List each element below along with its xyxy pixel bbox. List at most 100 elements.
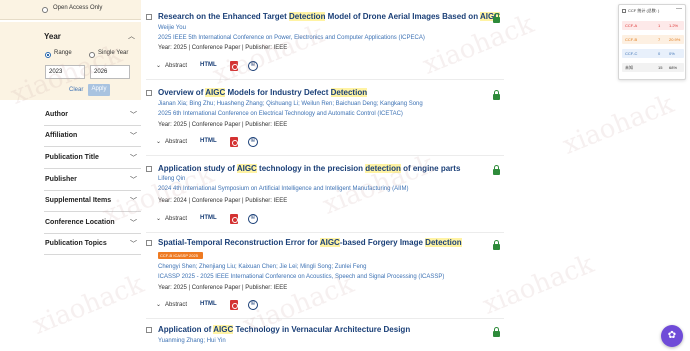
- facet-label: Publisher: [45, 176, 77, 183]
- divider: [146, 318, 504, 319]
- chevron-down-icon: ﹀: [130, 241, 137, 248]
- open-access-label: Open Access Only: [53, 5, 103, 11]
- clear-link[interactable]: Clear: [69, 87, 83, 93]
- facet-label: Conference Location: [45, 219, 115, 226]
- abstract-toggle[interactable]: Abstract: [165, 302, 187, 308]
- facet-conference-location[interactable]: Conference Location ﹀: [44, 213, 141, 234]
- open-access-filter[interactable]: Open Access Only: [0, 0, 141, 20]
- result-item: Spatial-Temporal Reconstruction Error fo…: [146, 238, 506, 319]
- result-actions: ⌄ Abstract HTML ©: [156, 61, 276, 73]
- chevron-down-icon[interactable]: ⌄: [156, 138, 161, 145]
- chevron-down-icon: ﹀: [130, 155, 137, 162]
- html-link[interactable]: HTML: [200, 62, 217, 68]
- facet-author[interactable]: Author ﹀: [44, 105, 141, 126]
- assistant-fab-button[interactable]: ✿: [661, 325, 683, 347]
- chevron-down-icon[interactable]: ⌄: [156, 301, 161, 308]
- minimize-icon[interactable]: —: [676, 6, 682, 12]
- divider: [146, 232, 504, 233]
- result-title[interactable]: Research on the Enhanced Target Detectio…: [158, 12, 501, 21]
- facet-publication-title[interactable]: Publication Title ﹀: [44, 148, 141, 169]
- abstract-toggle[interactable]: Abstract: [165, 139, 187, 145]
- result-item: Overview of AIGC Models for Industry Def…: [146, 88, 506, 158]
- chevron-down-icon: ﹀: [130, 112, 137, 119]
- html-link[interactable]: HTML: [200, 215, 217, 221]
- html-link[interactable]: HTML: [200, 138, 217, 144]
- chevron-down-icon[interactable]: ⌄: [156, 62, 161, 69]
- result-checkbox[interactable]: [146, 14, 152, 20]
- open-lock-icon: [493, 13, 500, 23]
- result-checkbox[interactable]: [146, 327, 152, 333]
- ccf-stats-panel: CCF 统计 (总数: ) — CCF-A 1 1.2% CCF-B 7 20.9% C…: [618, 4, 686, 80]
- copyright-icon[interactable]: ©: [248, 137, 258, 147]
- facet-label: Author: [45, 111, 68, 118]
- chevron-up-icon[interactable]: ︿: [128, 31, 135, 41]
- chevron-down-icon: ﹀: [130, 133, 137, 140]
- apply-button[interactable]: Apply: [88, 84, 110, 96]
- result-title[interactable]: Application of AIGC Technology in Vernac…: [158, 325, 410, 334]
- result-venue[interactable]: 2025 IEEE 5th International Conference o…: [158, 35, 425, 41]
- year-to-input[interactable]: 2026: [90, 65, 130, 79]
- result-venue[interactable]: 2025 6th International Conference on Ele…: [158, 111, 403, 117]
- filter-sidebar: Open Access Only Year ︿ Range Single Yea…: [0, 0, 146, 351]
- result-authors[interactable]: Chengyi Shen; Zhenjiang Liu; Kaixuan Che…: [158, 264, 366, 270]
- ccf-row-c: CCF-C 0 0%: [622, 49, 684, 58]
- open-lock-icon: [493, 165, 500, 175]
- result-venue[interactable]: ICASSP 2025 - 2025 IEEE International Co…: [158, 274, 444, 280]
- year-filter-title[interactable]: Year: [44, 32, 61, 41]
- open-lock-icon: [493, 327, 500, 337]
- ccf-row-a: CCF-A 1 1.2%: [622, 21, 684, 30]
- chevron-down-icon[interactable]: ⌄: [156, 215, 161, 222]
- year-filter-panel: Year ︿ Range Single Year 2023 2026 Clear…: [0, 22, 141, 100]
- divider: [146, 155, 504, 156]
- pdf-icon[interactable]: [230, 137, 238, 147]
- facet-supplemental-items[interactable]: Supplemental Items ﹀: [44, 191, 141, 212]
- result-checkbox[interactable]: [146, 240, 152, 246]
- chevron-down-icon: ﹀: [130, 177, 137, 184]
- result-authors[interactable]: Weijie You: [158, 25, 186, 31]
- single-year-label: Single Year: [98, 50, 129, 56]
- single-year-radio[interactable]: [89, 52, 95, 58]
- copyright-icon[interactable]: ©: [248, 61, 258, 71]
- ccf-panel-header: CCF 统计 (总数: ): [622, 8, 659, 14]
- ccf-rank-badge: CCF-B ICASSP 2025: [158, 252, 203, 259]
- result-title[interactable]: Overview of AIGC Models for Industry Def…: [158, 88, 368, 97]
- result-venue[interactable]: 2024 4th International Symposium on Arti…: [158, 186, 408, 192]
- result-authors[interactable]: Lifeng Qin: [158, 176, 185, 182]
- watermark: xiaohack: [558, 89, 679, 161]
- facet-label: Supplemental Items: [45, 197, 112, 204]
- pdf-icon[interactable]: [230, 300, 238, 310]
- chevron-down-icon: ﹀: [130, 220, 137, 227]
- facet-affiliation[interactable]: Affiliation ﹀: [44, 126, 141, 147]
- abstract-toggle[interactable]: Abstract: [165, 216, 187, 222]
- open-access-radio[interactable]: [42, 7, 48, 13]
- open-lock-icon: [493, 240, 500, 250]
- copyright-icon[interactable]: ©: [248, 214, 258, 224]
- result-meta: Year: 2025 | Conference Paper | Publishe…: [158, 285, 288, 291]
- pdf-icon[interactable]: [230, 214, 238, 224]
- result-checkbox[interactable]: [146, 90, 152, 96]
- result-actions: ⌄ Abstract HTML ©: [156, 214, 276, 226]
- ccf-row-unknown: 未知 15 68%: [622, 63, 684, 72]
- chevron-down-icon: ﹀: [130, 198, 137, 205]
- result-authors[interactable]: Jianan Xia; Bing Zhu; Huasheng Zhang; Qi…: [158, 101, 423, 107]
- result-item: Application study of AIGC technology in …: [146, 164, 506, 234]
- facet-publication-topics[interactable]: Publication Topics ﹀: [44, 234, 141, 255]
- result-meta: Year: 2024 | Conference Paper | Publishe…: [158, 198, 288, 204]
- facet-publisher[interactable]: Publisher ﹀: [44, 170, 141, 191]
- result-item: Application of AIGC Technology in Vernac…: [146, 325, 506, 351]
- copyright-icon[interactable]: ©: [248, 300, 258, 310]
- range-radio[interactable]: [45, 52, 51, 58]
- result-authors[interactable]: Yuanming Zhang; Hui Yin: [158, 338, 226, 344]
- open-lock-icon: [493, 90, 500, 100]
- square-icon: [622, 8, 626, 13]
- pdf-icon[interactable]: [230, 61, 238, 71]
- abstract-toggle[interactable]: Abstract: [165, 63, 187, 69]
- result-checkbox[interactable]: [146, 166, 152, 172]
- result-title[interactable]: Application study of AIGC technology in …: [158, 164, 460, 173]
- year-from-input[interactable]: 2023: [45, 65, 85, 79]
- facet-label: Publication Title: [45, 154, 99, 161]
- html-link[interactable]: HTML: [200, 301, 217, 307]
- result-meta: Year: 2025 | Conference Paper | Publishe…: [158, 122, 288, 128]
- result-title[interactable]: Spatial-Temporal Reconstruction Error fo…: [158, 238, 462, 247]
- facet-label: Publication Topics: [45, 240, 107, 247]
